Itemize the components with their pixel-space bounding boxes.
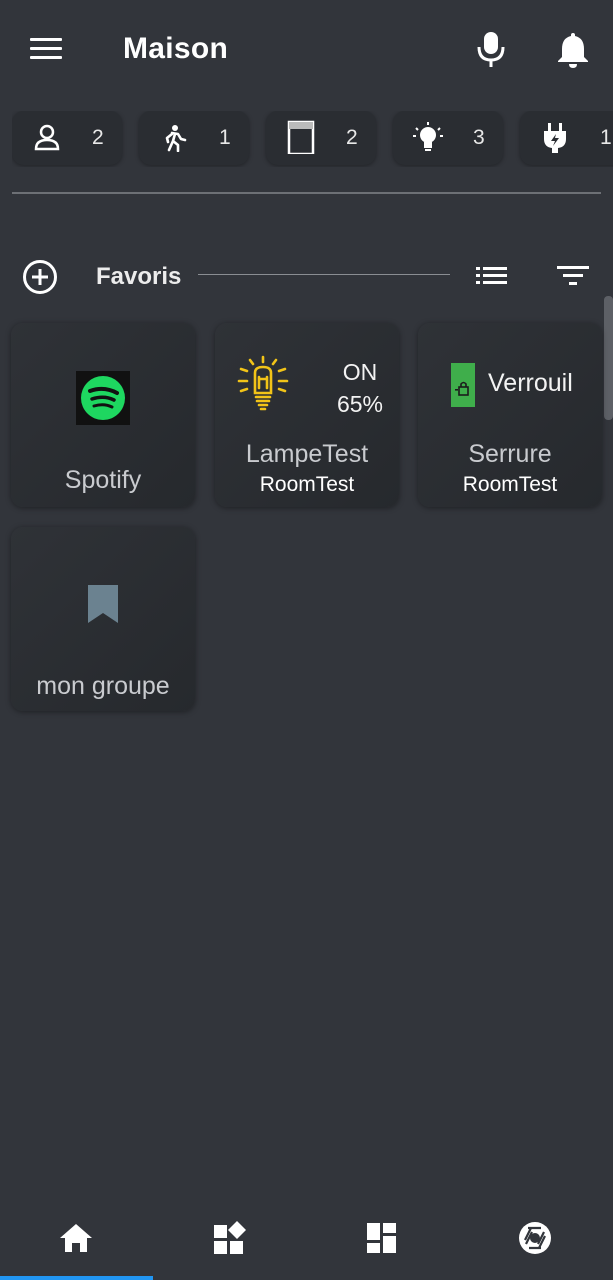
favorites-divider: [198, 274, 450, 275]
nav-dashboard[interactable]: [306, 1200, 459, 1280]
app-root: Maison 2 1 2 3 1 Favoris Spotify ON 65% …: [0, 0, 613, 1280]
tile-name: LampeTest: [245, 440, 369, 468]
scrollbar-thumb[interactable]: [604, 296, 613, 420]
chip-lights[interactable]: 3: [393, 111, 503, 165]
chip-doors[interactable]: 2: [266, 111, 376, 165]
status-chips: 2 1 2 3 1: [12, 111, 613, 167]
menu-icon[interactable]: [30, 38, 64, 64]
nav-active-indicator: [0, 1276, 153, 1280]
favorites-title: Favoris: [96, 263, 182, 290]
lock-state: Verrouil: [488, 369, 573, 397]
tile-lamp[interactable]: ON 65% LampeTest RoomTest: [215, 323, 399, 507]
chip-count: 1: [600, 126, 612, 149]
bottom-navigation: [0, 1200, 613, 1280]
person-icon: [32, 124, 62, 152]
lamp-level: 65%: [336, 391, 384, 417]
filter-icon[interactable]: [555, 264, 591, 288]
lightbulb-icon: [413, 122, 443, 152]
home-icon: [60, 1224, 92, 1252]
page-title: Maison: [123, 32, 229, 65]
bookmark-icon: [86, 583, 120, 625]
chip-count: 2: [346, 126, 358, 149]
chip-count: 3: [473, 126, 485, 149]
tile-spotify[interactable]: Spotify: [11, 323, 195, 507]
nav-widgets[interactable]: [153, 1200, 306, 1280]
favorites-header: Favoris: [0, 250, 613, 300]
lock-icon: [451, 363, 475, 407]
camera-icon: [519, 1222, 551, 1254]
plug-icon: [540, 123, 570, 153]
bell-icon[interactable]: [554, 30, 592, 70]
chip-plugs[interactable]: 1: [520, 111, 613, 165]
door-icon: [286, 120, 316, 154]
tile-group[interactable]: mon groupe: [11, 527, 195, 711]
spotify-icon: [76, 371, 130, 425]
add-circle-icon[interactable]: [22, 259, 58, 295]
chip-count: 1: [219, 126, 231, 149]
motion-icon: [159, 124, 189, 153]
tile-room: RoomTest: [259, 473, 355, 496]
widgets-icon: [214, 1221, 246, 1254]
list-view-icon[interactable]: [474, 264, 510, 288]
tile-name: mon groupe: [36, 672, 170, 700]
tile-lock[interactable]: Verrouil Serrure RoomTest: [418, 323, 602, 507]
nav-camera[interactable]: [459, 1200, 612, 1280]
top-app-bar: Maison: [0, 0, 613, 100]
dashboard-icon: [367, 1223, 396, 1253]
tile-room: RoomTest: [462, 473, 558, 496]
lamp-state: ON 65%: [325, 356, 395, 420]
divider: [12, 192, 601, 194]
chip-count: 2: [92, 126, 104, 149]
chip-motion[interactable]: 1: [139, 111, 249, 165]
lamp-on-state: ON: [342, 359, 378, 385]
tile-name: Spotify: [64, 466, 142, 494]
chip-persons[interactable]: 2: [12, 111, 122, 165]
lamp-icon: [237, 355, 289, 415]
nav-home[interactable]: [0, 1200, 153, 1280]
tile-name: Serrure: [468, 440, 552, 468]
microphone-icon[interactable]: [474, 30, 508, 70]
